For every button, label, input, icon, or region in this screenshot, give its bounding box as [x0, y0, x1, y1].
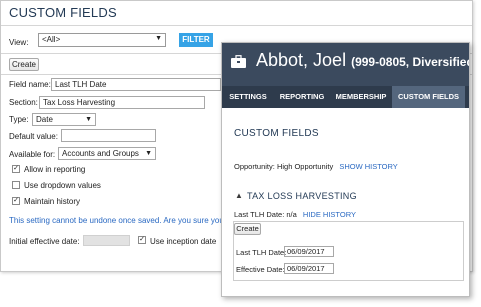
maintain-history-checkbox[interactable]: ✓ — [12, 197, 20, 205]
checkmark-icon: ✓ — [13, 197, 19, 204]
tab-custom-fields[interactable]: CUSTOM FIELDS — [392, 86, 465, 108]
briefcase-icon — [231, 55, 246, 68]
default-value-input[interactable] — [61, 129, 156, 142]
type-select[interactable]: Date ▼ — [32, 113, 96, 126]
create-history-button[interactable]: Create — [234, 223, 261, 235]
client-title: Abbot, Joel (999-0805, Diversified) — [256, 50, 470, 71]
chevron-down-icon: ▼ — [85, 116, 92, 123]
chevron-down-icon: ▼ — [145, 150, 152, 157]
history-last-input[interactable]: 06/09/2017 — [284, 246, 334, 257]
use-inception-label: Use inception date — [150, 237, 217, 246]
section-heading: CUSTOM FIELDS — [234, 128, 319, 139]
available-for-select[interactable]: Accounts and Groups ▼ — [58, 147, 156, 160]
type-select-value: Date — [36, 115, 53, 124]
client-header: Abbot, Joel (999-0805, Diversified) — [222, 43, 469, 86]
create-button[interactable]: Create — [9, 58, 39, 71]
use-dropdown-label: Use dropdown values — [24, 181, 101, 190]
opportunity-row: Opportunity: High Opportunity SHOW HISTO… — [234, 162, 398, 171]
history-last-label: Last TLH Date: — [236, 248, 287, 257]
default-value-label: Default value: — [9, 132, 58, 141]
page-title: CUSTOM FIELDS — [9, 5, 117, 20]
tab-membership[interactable]: MEMBERSHIP — [330, 86, 392, 108]
use-dropdown-checkbox[interactable] — [12, 181, 20, 189]
allow-reporting-checkbox[interactable]: ✓ — [12, 165, 20, 173]
show-history-link[interactable]: SHOW HISTORY — [339, 162, 397, 171]
initial-date-label: Initial effective date: — [9, 237, 80, 246]
field-name-label: Field name: — [9, 80, 51, 89]
hide-history-link[interactable]: HIDE HISTORY — [303, 210, 356, 219]
type-label: Type: — [9, 115, 29, 124]
tab-reporting[interactable]: REPORTING — [274, 86, 330, 108]
tlh-date-row: Last TLH Date: n/a HIDE HISTORY — [234, 210, 356, 219]
filter-button[interactable]: FILTER — [179, 33, 213, 47]
maintain-history-label: Maintain history — [24, 197, 81, 206]
opportunity-text: Opportunity: High Opportunity — [234, 162, 334, 171]
tlh-date-text: Last TLH Date: n/a — [234, 210, 297, 219]
section-input[interactable]: Tax Loss Harvesting — [39, 96, 205, 109]
client-meta: (999-0805, Diversified) — [351, 55, 470, 69]
available-for-label: Available for: — [9, 150, 56, 159]
view-select[interactable]: <All> ▼ — [38, 33, 166, 47]
use-inception-checkbox[interactable]: ✓ — [138, 236, 146, 244]
allow-reporting-label: Allow in reporting — [24, 165, 86, 174]
checkmark-icon: ✓ — [139, 236, 145, 243]
checkmark-icon: ✓ — [13, 165, 19, 172]
chevron-down-icon: ▼ — [155, 35, 162, 42]
view-label: View: — [9, 38, 29, 47]
history-effective-input[interactable]: 06/09/2017 — [284, 263, 334, 274]
tab-bar: SETTINGS REPORTING MEMBERSHIP CUSTOM FIE… — [222, 86, 469, 108]
field-name-input[interactable]: Last TLH Date — [51, 78, 221, 91]
history-effective-label: Effective Date: — [236, 265, 285, 274]
available-for-value: Accounts and Groups — [62, 149, 139, 158]
tab-settings[interactable]: SETTINGS — [222, 86, 274, 108]
client-detail-window: Abbot, Joel (999-0805, Diversified) SETT… — [221, 42, 470, 297]
chevron-up-icon[interactable]: ▲ — [235, 191, 243, 200]
client-name: Abbot, Joel — [256, 50, 347, 70]
view-select-value: <All> — [42, 35, 61, 44]
warning-text: This setting cannot be undone once saved… — [9, 216, 224, 225]
divider — [1, 25, 472, 26]
initial-date-input — [83, 235, 130, 246]
tax-loss-harvesting-heading[interactable]: TAX LOSS HARVESTING — [247, 191, 357, 201]
section-label: Section: — [9, 98, 38, 107]
